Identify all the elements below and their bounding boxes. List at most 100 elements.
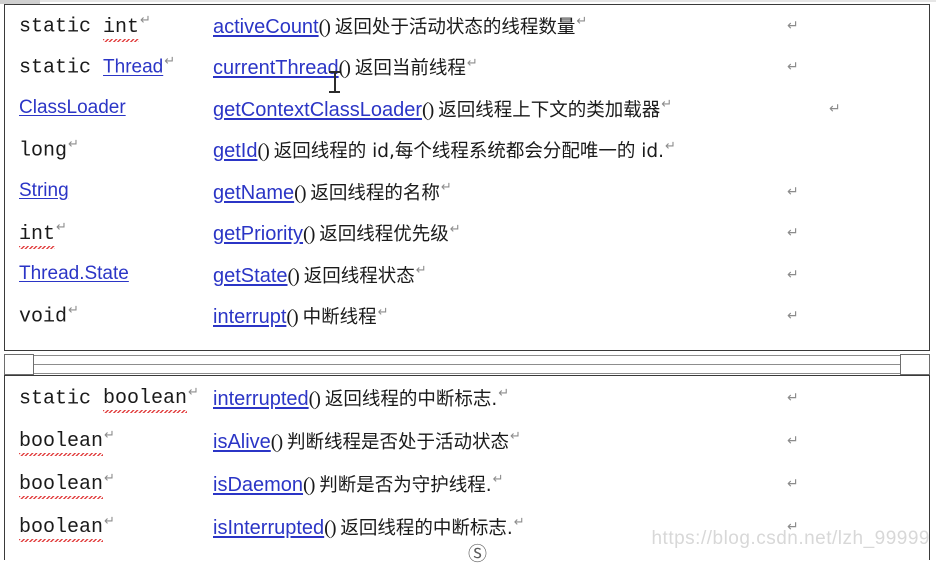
method-parentheses: () xyxy=(287,264,300,287)
clipped-glyph: Ⓢ xyxy=(468,543,488,565)
trailing-mark-cell: ↵ xyxy=(779,475,929,493)
method-parentheses: () xyxy=(294,181,306,204)
paragraph-mark-icon: ↵ xyxy=(68,137,79,153)
method-description-text: 中断线程 xyxy=(302,307,377,329)
type-link[interactable]: Thread.State xyxy=(19,263,129,284)
paragraph-mark-icon: ↵ xyxy=(449,221,461,237)
method-name-link[interactable]: isDaemon xyxy=(213,474,303,496)
type-modifier: static xyxy=(19,387,104,411)
paragraph-mark-icon: ↵ xyxy=(492,472,504,487)
method-name-link[interactable]: getState xyxy=(213,265,288,287)
method-name-link[interactable]: getName xyxy=(213,182,294,204)
paragraph-mark-icon: ↵ xyxy=(661,97,673,113)
method-name-link[interactable]: isInterrupted xyxy=(213,517,324,539)
trailing-mark-cell: ↵ xyxy=(779,432,929,450)
method-description-text: 返回处于活动状态的线程数量 xyxy=(334,16,576,38)
paragraph-mark-icon: ↵ xyxy=(510,429,521,444)
paragraph-mark-icon: ↵ xyxy=(787,308,799,325)
table-row: int↵ getPriority() 返回线程优先级↵ ↵ xyxy=(5,213,929,255)
paragraph-mark-icon: ↵ xyxy=(377,304,389,320)
method-name-link[interactable]: getId xyxy=(213,140,257,162)
method-parentheses: () xyxy=(318,15,331,38)
method-description-cell: currentThread() 返回当前线程↵ xyxy=(213,54,779,80)
type-name: boolean xyxy=(19,430,104,454)
table-row: static int↵ activeCount() 返回处于活动状态的线程数量↵ ↵ xyxy=(5,5,929,47)
paragraph-mark-icon: ↵ xyxy=(787,389,799,406)
method-description-text: 返回线程上下文的类加载器 xyxy=(438,99,661,121)
paragraph-mark-icon: ↵ xyxy=(787,475,799,492)
paragraph-mark-icon: ↵ xyxy=(787,432,799,449)
spellcheck-underline: boolean xyxy=(103,387,188,414)
method-description-text: 返回线程的中断标志. xyxy=(340,517,513,539)
watermark-url: https://blog.csdn.net/lzh_99999 xyxy=(651,528,930,549)
paragraph-mark-icon: ↵ xyxy=(56,220,67,236)
table-row: boolean↵ isAlive() 判断线程是否处于活动状态↵ ↵ xyxy=(5,419,929,462)
return-type-cell: Thread.State xyxy=(5,263,213,286)
method-description-cell: getPriority() 返回线程优先级↵ xyxy=(213,220,779,246)
document-page: static int↵ activeCount() 返回处于活动状态的线程数量↵ ↵… xyxy=(0,0,936,565)
table-row: long↵ getId() 返回线程的 id,每个线程系统都会分配唯一的 id.↵ xyxy=(5,130,929,172)
method-name-link[interactable]: interrupt xyxy=(213,306,286,328)
paragraph-mark-icon: ↵ xyxy=(787,266,799,283)
method-description-text: 返回线程的中断标志. xyxy=(324,388,498,410)
method-name-link[interactable]: getContextClassLoader xyxy=(213,99,422,121)
paragraph-mark-icon: ↵ xyxy=(104,513,115,529)
trailing-mark-cell: ↵ xyxy=(779,17,929,35)
paragraph-mark-icon: ↵ xyxy=(466,55,478,71)
return-type-cell: long↵ xyxy=(5,137,213,163)
method-description-text: 返回线程的 id,每个线程系统都会分配唯一的 id. xyxy=(273,141,664,163)
return-type-cell: static Thread↵ xyxy=(5,54,213,80)
method-description-text: 判断是否为守护线程. xyxy=(319,474,492,496)
trailing-mark-cell: ↵ xyxy=(779,266,929,284)
type-link[interactable]: Thread xyxy=(103,57,163,78)
paragraph-mark-icon: ↵ xyxy=(140,12,151,28)
paragraph-mark-icon: ↵ xyxy=(104,427,115,443)
method-parentheses: () xyxy=(338,57,351,80)
table-row: static boolean↵ interrupted() 返回线程的中断标志.↵… xyxy=(5,376,929,419)
type-name: boolean xyxy=(103,387,188,411)
paragraph-mark-icon: ↵ xyxy=(829,100,841,117)
return-type-cell: ClassLoader xyxy=(5,97,213,120)
paragraph-mark-icon: ↵ xyxy=(164,54,176,70)
trailing-mark-cell: ↵ xyxy=(779,224,929,242)
type-link[interactable]: String xyxy=(19,180,69,201)
return-type-cell: boolean↵ xyxy=(5,470,213,500)
method-name-link[interactable]: getPriority xyxy=(213,223,303,245)
method-description-text: 返回线程的名称 xyxy=(310,182,440,204)
table-row: Thread.State getState() 返回线程状态↵ ↵ xyxy=(5,254,929,296)
paragraph-mark-icon: ↵ xyxy=(415,263,427,279)
paragraph-mark-icon: ↵ xyxy=(104,470,115,486)
method-description-cell: getState() 返回线程状态↵ xyxy=(213,262,779,288)
thread-methods-table-part1: static int↵ activeCount() 返回处于活动状态的线程数量↵ ↵… xyxy=(4,4,930,351)
type-name: long xyxy=(19,140,68,164)
trailing-mark-cell: ↵ xyxy=(779,58,929,76)
return-type-cell: String xyxy=(5,180,213,203)
method-description-cell: getId() 返回线程的 id,每个线程系统都会分配唯一的 id.↵ xyxy=(213,137,779,163)
paragraph-mark-icon: ↵ xyxy=(576,14,588,30)
method-parentheses: () xyxy=(422,98,434,121)
paragraph-mark-icon: ↵ xyxy=(68,303,79,319)
spellcheck-underline: boolean xyxy=(19,430,104,457)
table-row: ClassLoader getContextClassLoader() 返回线程上… xyxy=(5,88,929,130)
paragraph-mark-icon: ↵ xyxy=(787,183,799,200)
method-description-text: 判断线程是否处于活动状态 xyxy=(287,431,510,453)
method-description-cell: getContextClassLoader() 返回线程上下文的类加载器↵ xyxy=(213,96,779,122)
spellcheck-underline: int xyxy=(103,15,140,42)
method-name-link[interactable]: interrupted xyxy=(213,388,309,410)
method-description-cell: interrupt() 中断线程↵ xyxy=(213,303,779,329)
type-modifier: static xyxy=(19,15,104,39)
type-name: int xyxy=(103,15,140,39)
paragraph-mark-icon: ↵ xyxy=(513,515,525,530)
return-type-cell: boolean↵ xyxy=(5,513,213,543)
table-row: static Thread↵ currentThread() 返回当前线程↵ ↵ xyxy=(5,47,929,89)
method-name-link[interactable]: activeCount xyxy=(213,16,319,38)
paragraph-mark-icon: ↵ xyxy=(440,180,452,196)
table-row: void↵ interrupt() 中断线程↵ ↵ xyxy=(5,296,929,338)
window-chrome-sliver xyxy=(0,0,936,2)
trailing-mark-cell: ↵ xyxy=(779,100,929,118)
method-name-link[interactable]: currentThread xyxy=(213,57,339,79)
type-name: boolean xyxy=(19,473,104,497)
type-link[interactable]: ClassLoader xyxy=(19,97,126,118)
paragraph-mark-icon: ↵ xyxy=(664,138,676,154)
method-name-link[interactable]: isAlive xyxy=(213,431,271,453)
